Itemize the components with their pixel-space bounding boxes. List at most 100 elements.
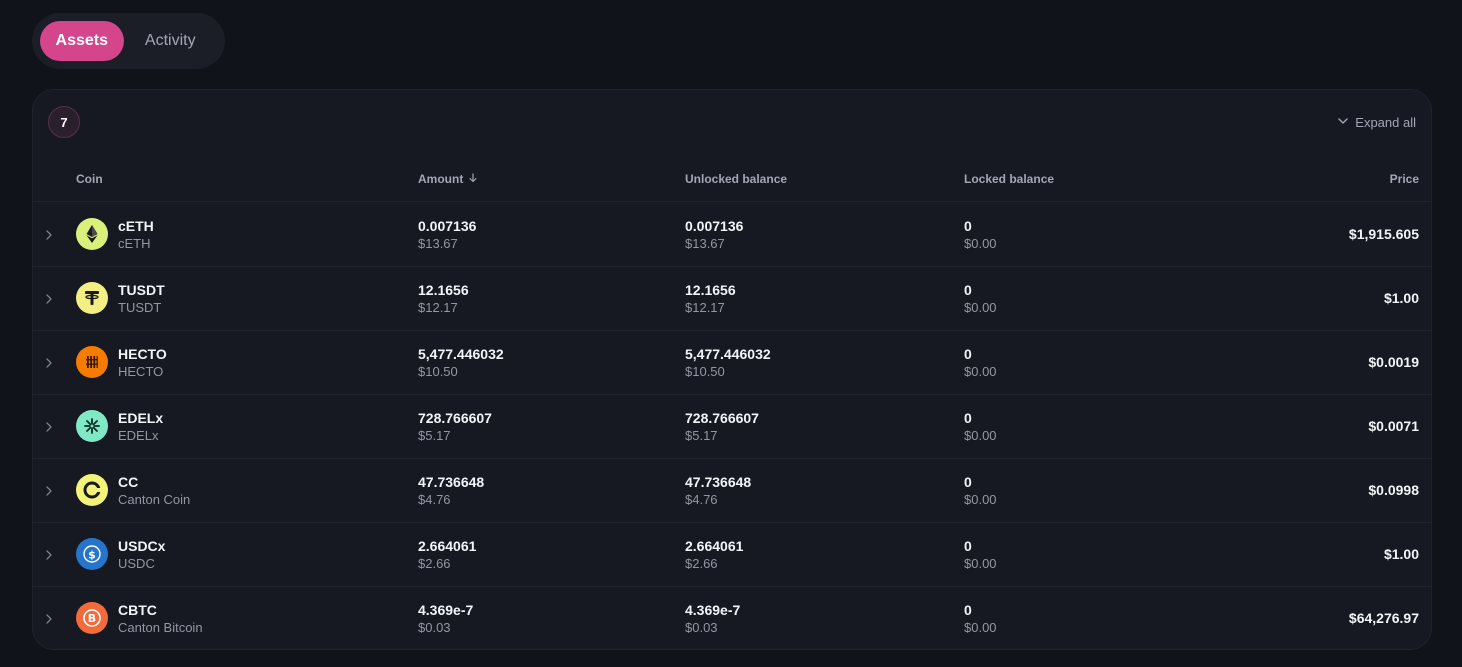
locked-cell: 0 $0.00 <box>964 601 997 637</box>
amount-usd: $12.17 <box>418 300 458 315</box>
table-row[interactable]: B CBTC Canton Bitcoin 4.369e-7 $0.03 4.3… <box>33 587 1431 649</box>
price-value: $1.00 <box>1383 546 1419 562</box>
unlocked-usd: $0.03 <box>685 620 718 635</box>
asset-count-badge: 7 <box>48 106 80 138</box>
unlocked-cell: 4.369e-7 $0.03 <box>685 601 740 637</box>
header-amount[interactable]: Amount <box>418 172 478 186</box>
amount-usd: $5.17 <box>418 428 451 443</box>
coin-name: Canton Bitcoin <box>118 620 203 635</box>
expand-all-button[interactable]: Expand all <box>1337 115 1416 130</box>
header-unlocked-balance[interactable]: Unlocked balance <box>685 172 787 186</box>
assets-panel: 7 Expand all Coin Amount Unlocked balanc… <box>32 89 1432 650</box>
locked-value: 0 <box>964 218 972 234</box>
table-header: Coin Amount Unlocked balance Locked bala… <box>33 170 1431 202</box>
coin-cell: TUSDT TUSDT <box>118 281 165 317</box>
coin-name: HECTO <box>118 364 164 379</box>
unlocked-usd: $13.67 <box>685 236 725 251</box>
table-row[interactable]: TUSDT TUSDT 12.1656 $12.17 12.1656 $12.1… <box>33 267 1431 331</box>
header-coin[interactable]: Coin <box>76 172 103 186</box>
table-row[interactable]: EDELx EDELx 728.766607 $5.17 728.766607 … <box>33 395 1431 459</box>
amount-cell: 47.736648 $4.76 <box>418 473 484 509</box>
coin-symbol: CC <box>118 474 139 490</box>
amount-cell: 12.1656 $12.17 <box>418 281 469 317</box>
chevron-right-icon[interactable] <box>43 356 55 370</box>
chevron-right-icon[interactable] <box>43 420 55 434</box>
locked-usd: $0.00 <box>964 620 997 635</box>
unlocked-value: 4.369e-7 <box>685 602 741 618</box>
coin-symbol: CBTC <box>118 602 157 618</box>
unlocked-cell: 2.664061 $2.66 <box>685 537 743 573</box>
amount-usd: $0.03 <box>418 620 451 635</box>
coin-symbol: EDELx <box>118 410 164 426</box>
amount-value: 47.736648 <box>418 474 485 490</box>
amount-value: 5,477.446032 <box>418 346 504 362</box>
usdc-icon: $ <box>76 538 108 570</box>
chevron-right-icon[interactable] <box>43 484 55 498</box>
chevron-right-icon[interactable] <box>43 548 55 562</box>
coin-name: Canton Coin <box>118 492 191 507</box>
price-value: $1.00 <box>1383 290 1419 306</box>
unlocked-cell: 728.766607 $5.17 <box>685 409 759 445</box>
unlocked-cell: 12.1656 $12.17 <box>685 281 736 317</box>
unlocked-value: 0.007136 <box>685 218 744 234</box>
locked-value: 0 <box>964 410 972 426</box>
unlocked-cell: 0.007136 $13.67 <box>685 217 743 253</box>
amount-usd: $13.67 <box>418 236 458 251</box>
locked-cell: 0 $0.00 <box>964 281 997 317</box>
locked-value: 0 <box>964 602 972 618</box>
chevron-right-icon[interactable] <box>43 292 55 306</box>
amount-cell: 5,477.446032 $10.50 <box>418 345 504 381</box>
chevron-down-icon <box>1337 115 1349 130</box>
price-value: $1,915.605 <box>1348 226 1419 242</box>
locked-value: 0 <box>964 538 972 554</box>
table-row[interactable]: CC Canton Coin 47.736648 $4.76 47.736648… <box>33 459 1431 523</box>
unlocked-usd: $10.50 <box>685 364 725 379</box>
coin-cell: cETH cETH <box>118 217 154 253</box>
coin-name: EDELx <box>118 428 159 443</box>
table-row[interactable]: HECTO HECTO 5,477.446032 $10.50 5,477.44… <box>33 331 1431 395</box>
unlocked-usd: $5.17 <box>685 428 718 443</box>
hecto-icon <box>76 346 108 378</box>
amount-cell: 728.766607 $5.17 <box>418 409 492 445</box>
tether-icon <box>76 282 108 314</box>
header-price[interactable]: Price <box>1390 172 1419 186</box>
tab-activity[interactable]: Activity <box>124 21 217 61</box>
locked-cell: 0 $0.00 <box>964 345 997 381</box>
coin-symbol: HECTO <box>118 346 167 362</box>
coin-symbol: USDCx <box>118 538 166 554</box>
amount-usd: $10.50 <box>418 364 458 379</box>
unlocked-value: 2.664061 <box>685 538 744 554</box>
unlocked-value: 5,477.446032 <box>685 346 771 362</box>
chevron-right-icon[interactable] <box>43 228 55 242</box>
chevron-right-icon[interactable] <box>43 612 55 626</box>
coin-name: USDC <box>118 556 155 571</box>
svg-text:B: B <box>88 612 96 625</box>
locked-cell: 0 $0.00 <box>964 473 997 509</box>
amount-cell: 0.007136 $13.67 <box>418 217 476 253</box>
tab-assets[interactable]: Assets <box>40 21 124 61</box>
locked-cell: 0 $0.00 <box>964 409 997 445</box>
coin-cell: CC Canton Coin <box>118 473 190 509</box>
coin-symbol: TUSDT <box>118 282 165 298</box>
locked-value: 0 <box>964 474 972 490</box>
coin-symbol: cETH <box>118 218 154 234</box>
coin-cell: USDCx USDC <box>118 537 165 573</box>
sort-down-arrow-icon <box>468 172 478 186</box>
amount-cell: 2.664061 $2.66 <box>418 537 476 573</box>
locked-value: 0 <box>964 282 972 298</box>
table-row[interactable]: cETH cETH 0.007136 $13.67 0.007136 $13.6… <box>33 203 1431 267</box>
expand-all-label: Expand all <box>1355 115 1416 130</box>
canton-bitcoin-icon: B <box>76 602 108 634</box>
amount-value: 0.007136 <box>418 218 477 234</box>
coin-cell: HECTO HECTO <box>118 345 167 381</box>
locked-usd: $0.00 <box>964 428 997 443</box>
svg-text:$: $ <box>88 548 96 561</box>
canton-coin-icon <box>76 474 108 506</box>
table-row[interactable]: $ USDCx USDC 2.664061 $2.66 2.664061 $2.… <box>33 523 1431 587</box>
unlocked-value: 47.736648 <box>685 474 752 490</box>
locked-usd: $0.00 <box>964 364 997 379</box>
unlocked-value: 728.766607 <box>685 410 759 426</box>
header-locked-balance[interactable]: Locked balance <box>964 172 1054 186</box>
locked-usd: $0.00 <box>964 556 997 571</box>
locked-usd: $0.00 <box>964 300 997 315</box>
